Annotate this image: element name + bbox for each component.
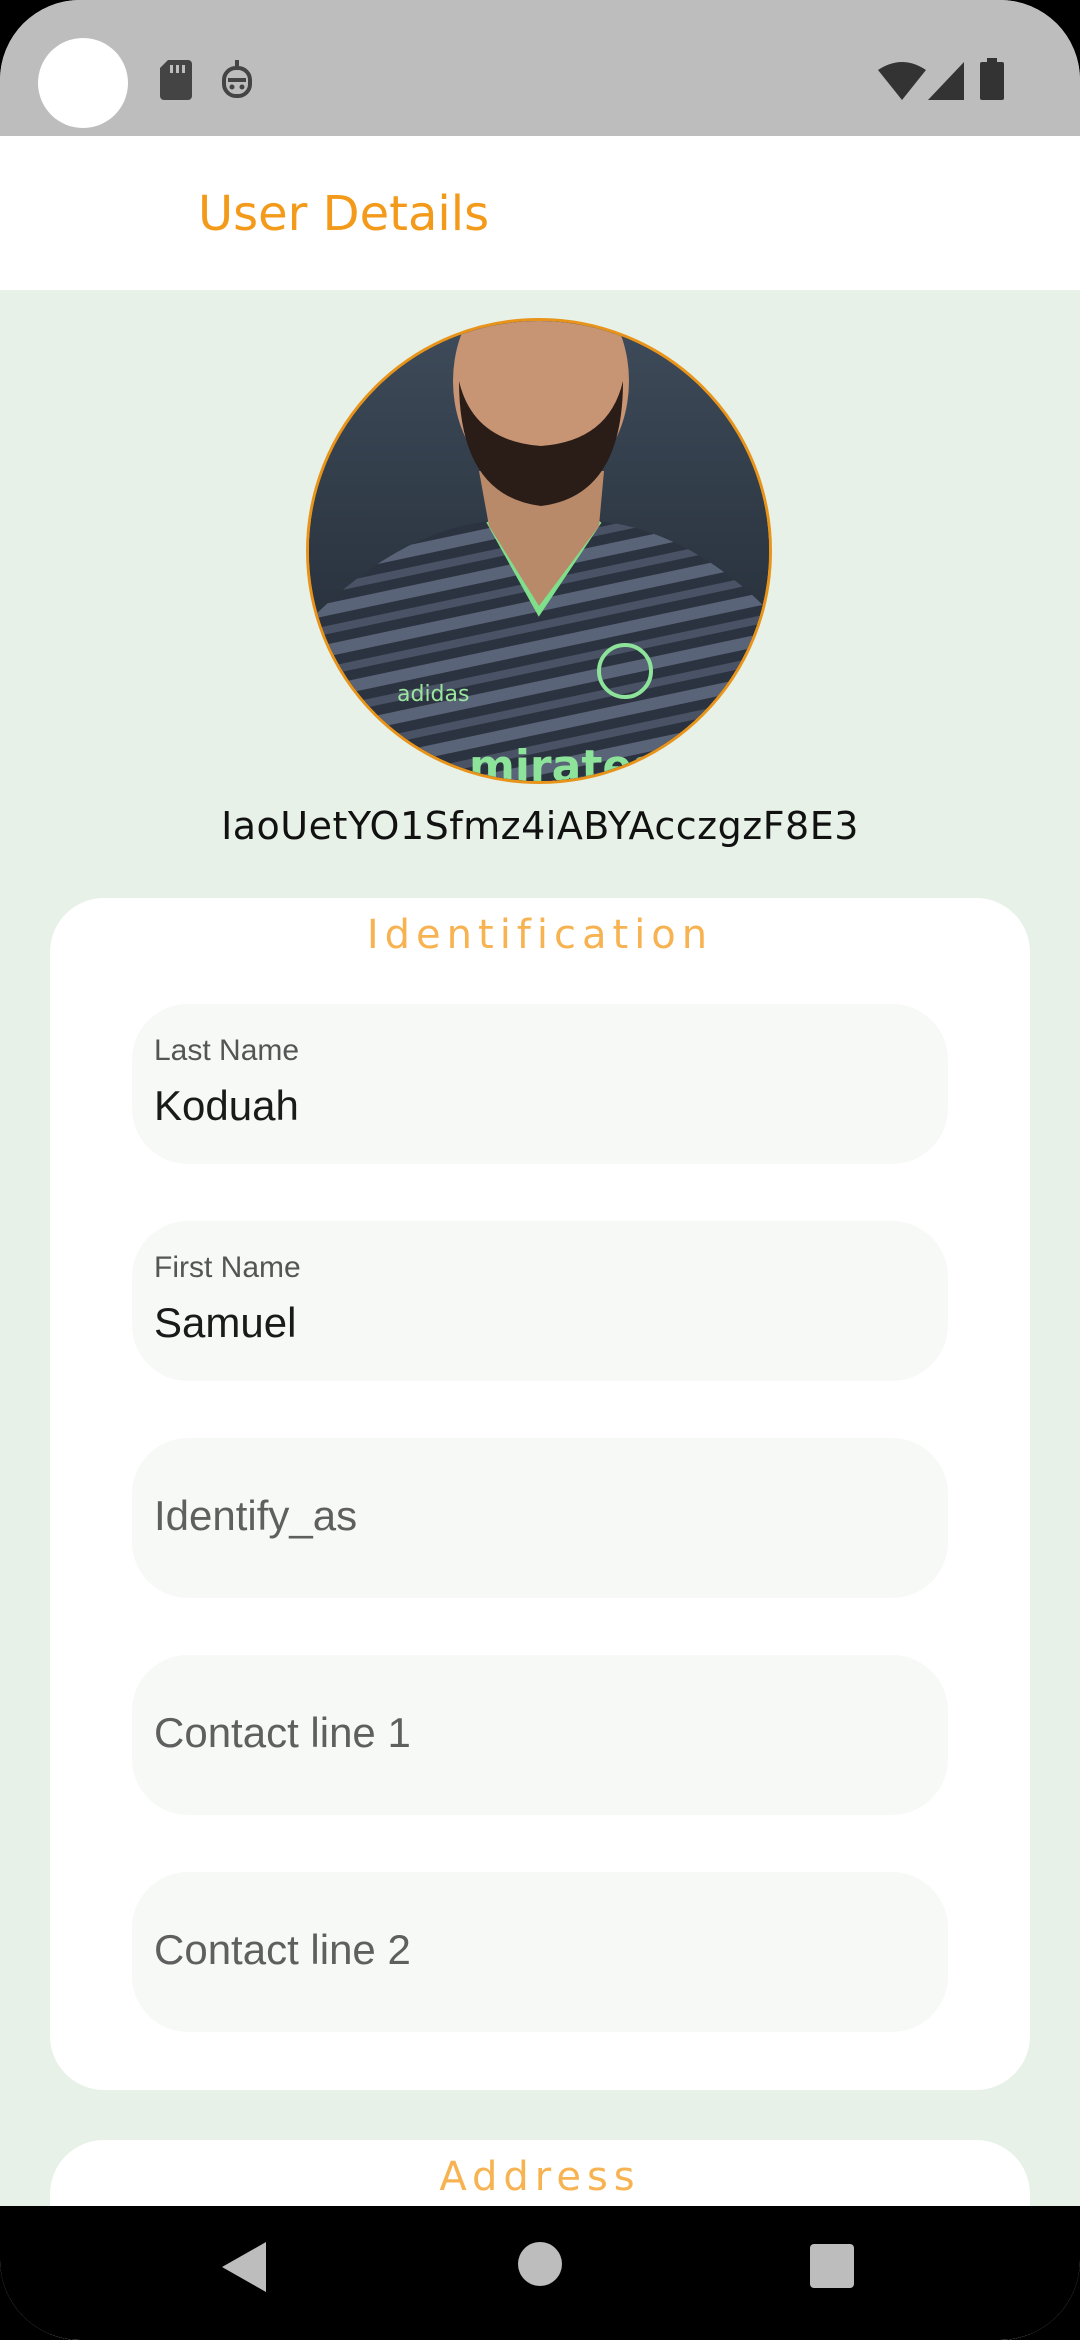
recents-icon[interactable] [810,2244,854,2288]
wifi-icon [878,62,926,100]
contact-line-1-placeholder: Contact line 1 [154,1709,411,1756]
avatar[interactable]: adidas mirates [306,318,772,784]
contact-line-2-field[interactable]: Contact line 2 [132,1872,948,2032]
svg-text:adidas: adidas [397,682,469,707]
last-name-label: Last Name [154,1034,300,1067]
identify-as-placeholder: Identify_as [154,1492,358,1539]
home-icon[interactable] [518,2242,562,2286]
last-name-value: Koduah [154,1082,299,1129]
first-name-field[interactable]: First Name Samuel [132,1221,948,1381]
identify-as-field[interactable]: Identify_as [132,1438,948,1598]
camera-cutout [38,38,128,128]
status-bar [0,0,1080,136]
navigation-bar [0,2206,1080,2340]
page-title: User Details [198,186,490,242]
sdcard-icon [160,60,192,100]
screen: User Details adidas mirates IaoUetYO1Sfm… [0,0,1080,2340]
first-name-label: First Name [154,1251,301,1284]
robot-icon [222,60,252,98]
last-name-field[interactable]: Last Name Koduah [132,1004,948,1164]
signal-icon [928,62,964,100]
avatar-photo: adidas mirates [309,321,769,781]
user-id: IaoUetYO1Sfmz4iABYAcczgzF8E3 [221,804,859,848]
app-bar: User Details [0,136,1080,290]
first-name-value: Samuel [154,1299,297,1346]
identification-title: Identification [366,912,714,958]
back-icon[interactable] [222,2242,266,2292]
battery-icon [980,58,1004,100]
contact-line-2-placeholder: Contact line 2 [154,1926,411,1973]
contact-line-1-field[interactable]: Contact line 1 [132,1655,948,1815]
address-title: Address [439,2154,641,2200]
svg-text:mirates: mirates [469,741,658,781]
identification-card: Identification Last Name Koduah First Na… [50,898,1030,2090]
